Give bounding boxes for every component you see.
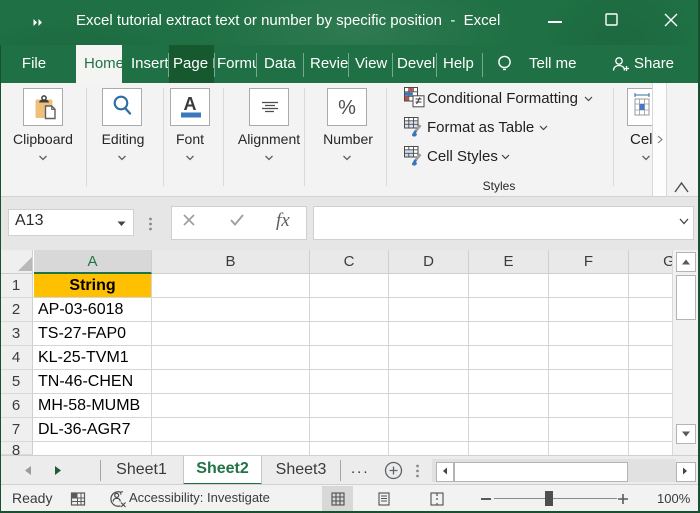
svg-text:A: A — [184, 94, 197, 114]
svg-text:%: % — [338, 97, 356, 119]
